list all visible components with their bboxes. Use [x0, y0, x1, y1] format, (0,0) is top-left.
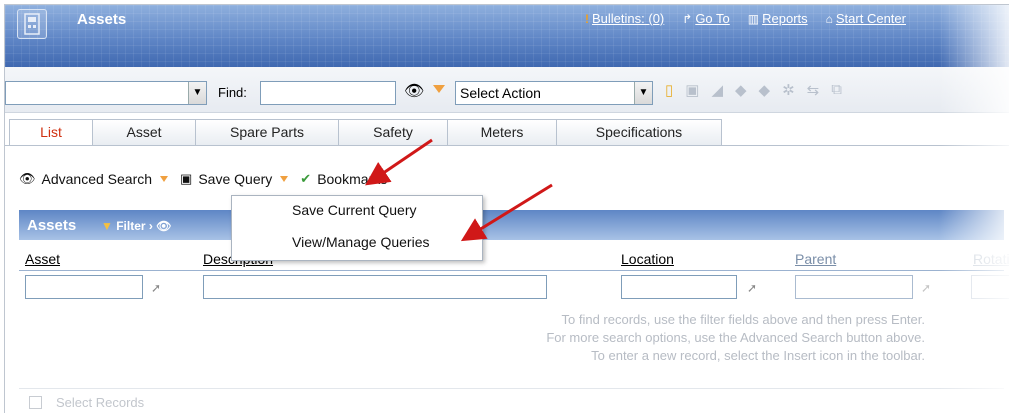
reports-link[interactable]: ▥ Reports	[748, 11, 808, 26]
goto-label: Go To	[695, 11, 730, 26]
main-toolbar: ▼ Find: 👁 Select Action ▼ ▯ ▣ ◢ ◆ ◆ ✲ ⇆ …	[5, 67, 1009, 113]
tab-asset[interactable]: Asset	[92, 119, 196, 145]
list-actions: 👁 Advanced Search ▣ Save Query ✔ Bookmarks	[19, 171, 387, 187]
bookmarks-label: Bookmarks	[317, 171, 388, 187]
empty-list-messages: To find records, use the filter fields a…	[345, 311, 995, 365]
message-line: To find records, use the filter fields a…	[561, 312, 926, 327]
chevron-down-icon[interactable]: ▼	[188, 82, 206, 104]
binoculars-icon[interactable]: 👁	[156, 219, 171, 233]
select-records-label: Select Records	[56, 395, 145, 410]
tab-list[interactable]: List	[9, 119, 93, 146]
app-window: Assets ! Bulletins: (0) ↱ Go To ▥ Reports ⌂…	[4, 4, 1009, 413]
find-label: Find:	[218, 85, 247, 100]
advanced-search-button[interactable]: 👁 Advanced Search	[19, 171, 152, 187]
section-title: Assets	[27, 217, 77, 234]
bookmark-icon: ✔	[300, 171, 312, 186]
title-bar: Assets ! Bulletins: (0) ↱ Go To ▥ Reports ⌂…	[5, 5, 1009, 67]
top-navigation: ! Bulletins: (0) ↱ Go To ▥ Reports ⌂ Start C…	[585, 11, 906, 26]
footer-divider	[19, 388, 1004, 389]
save-query-label: Save Query	[198, 171, 273, 187]
binoculars-icon: 👁	[19, 171, 36, 186]
change-status-icon[interactable]: ✲	[782, 81, 795, 99]
filter-label: Filter	[116, 219, 146, 233]
find-options-dropdown-icon[interactable]	[433, 85, 445, 93]
rotating-filter-input[interactable]	[971, 275, 1009, 299]
filter-icon: ▼	[101, 219, 117, 233]
location-filter-input[interactable]	[621, 275, 737, 299]
tab-strip: List Asset Spare Parts Safety Meters Spe…	[9, 119, 722, 146]
insert-record-icon[interactable]: ▯	[665, 81, 673, 99]
tab-meters[interactable]: Meters	[447, 119, 557, 145]
message-line: For more search options, use the Advance…	[546, 330, 925, 345]
binoculars-search-icon[interactable]: 👁	[404, 81, 424, 101]
toolbar-icons: ▯ ▣ ◢ ◆ ◆ ✲ ⇆ ⧉	[665, 81, 842, 99]
bulletins-label: Bulletins: (0)	[592, 11, 665, 26]
bookmarks-button[interactable]: ✔ Bookmarks	[300, 171, 387, 187]
route-workflow-icon[interactable]: ⇆	[807, 81, 820, 99]
save-query-icon: ▣	[180, 171, 193, 186]
column-header-parent[interactable]: Parent	[795, 251, 836, 267]
clear-icon[interactable]: ◢	[711, 81, 723, 99]
assets-table-header: Assets ▼ Filter › 👁	[19, 210, 1004, 240]
start-center-label: Start Center	[835, 11, 906, 26]
save-query-button[interactable]: ▣ Save Query	[180, 171, 272, 187]
location-lookup-icon[interactable]: ➚	[747, 281, 757, 295]
assets-app-icon	[17, 9, 47, 39]
duplicate-icon[interactable]: ⧉	[831, 81, 842, 99]
select-records-toggle[interactable]: Select Records	[29, 395, 144, 410]
select-records-checkbox[interactable]	[29, 396, 42, 409]
tab-spare-parts[interactable]: Spare Parts	[195, 119, 339, 145]
parent-lookup-icon[interactable]: ➚	[921, 281, 931, 295]
tab-divider	[5, 145, 1009, 146]
reports-chart-icon: ▥	[747, 12, 760, 26]
asset-lookup-icon[interactable]: ➚	[151, 281, 161, 295]
start-center-link[interactable]: ⌂ Start Center	[826, 11, 906, 26]
reports-label: Reports	[762, 11, 808, 26]
select-action-value: Select Action	[460, 85, 541, 101]
menu-item-save-current-query[interactable]: Save Current Query	[232, 196, 482, 224]
menu-item-view-manage-queries[interactable]: View/Manage Queries	[232, 228, 482, 256]
message-line: To enter a new record, select the Insert…	[591, 348, 925, 363]
bulletins-link[interactable]: ! Bulletins: (0)	[585, 11, 664, 26]
column-header-location[interactable]: Location	[621, 251, 674, 267]
select-action-dropdown[interactable]: Select Action ▼	[455, 81, 653, 105]
goto-link[interactable]: ↱ Go To	[682, 11, 730, 26]
home-icon: ⌂	[825, 12, 833, 26]
advanced-search-dropdown-icon[interactable]	[160, 176, 169, 182]
description-filter-input[interactable]	[203, 275, 547, 299]
find-input[interactable]	[260, 81, 396, 105]
save-icon[interactable]: ▣	[685, 81, 699, 99]
previous-record-icon[interactable]: ◆	[735, 81, 747, 99]
tab-safety[interactable]: Safety	[338, 119, 448, 145]
tab-specifications[interactable]: Specifications	[556, 119, 722, 145]
parent-filter-input[interactable]	[795, 275, 913, 299]
goto-arrow-icon: ↱	[682, 12, 693, 26]
filter-toggle[interactable]: ▼ Filter › 👁	[101, 219, 171, 233]
column-header-divider	[19, 270, 1004, 271]
app-title: Assets	[77, 11, 127, 28]
column-header-rotating[interactable]: Rotating	[973, 251, 1009, 267]
advanced-search-label: Advanced Search	[41, 171, 153, 187]
saved-query-select[interactable]: ▼	[5, 81, 207, 105]
bulletin-icon: !	[585, 12, 589, 26]
save-query-dropdown-icon[interactable]	[280, 176, 289, 182]
chevron-down-icon[interactable]: ▼	[634, 82, 652, 104]
asset-filter-input[interactable]	[25, 275, 143, 299]
save-query-menu: Save Current Query View/Manage Queries	[231, 195, 483, 261]
next-record-icon[interactable]: ◆	[759, 81, 771, 99]
column-header-asset[interactable]: Asset	[25, 251, 60, 267]
